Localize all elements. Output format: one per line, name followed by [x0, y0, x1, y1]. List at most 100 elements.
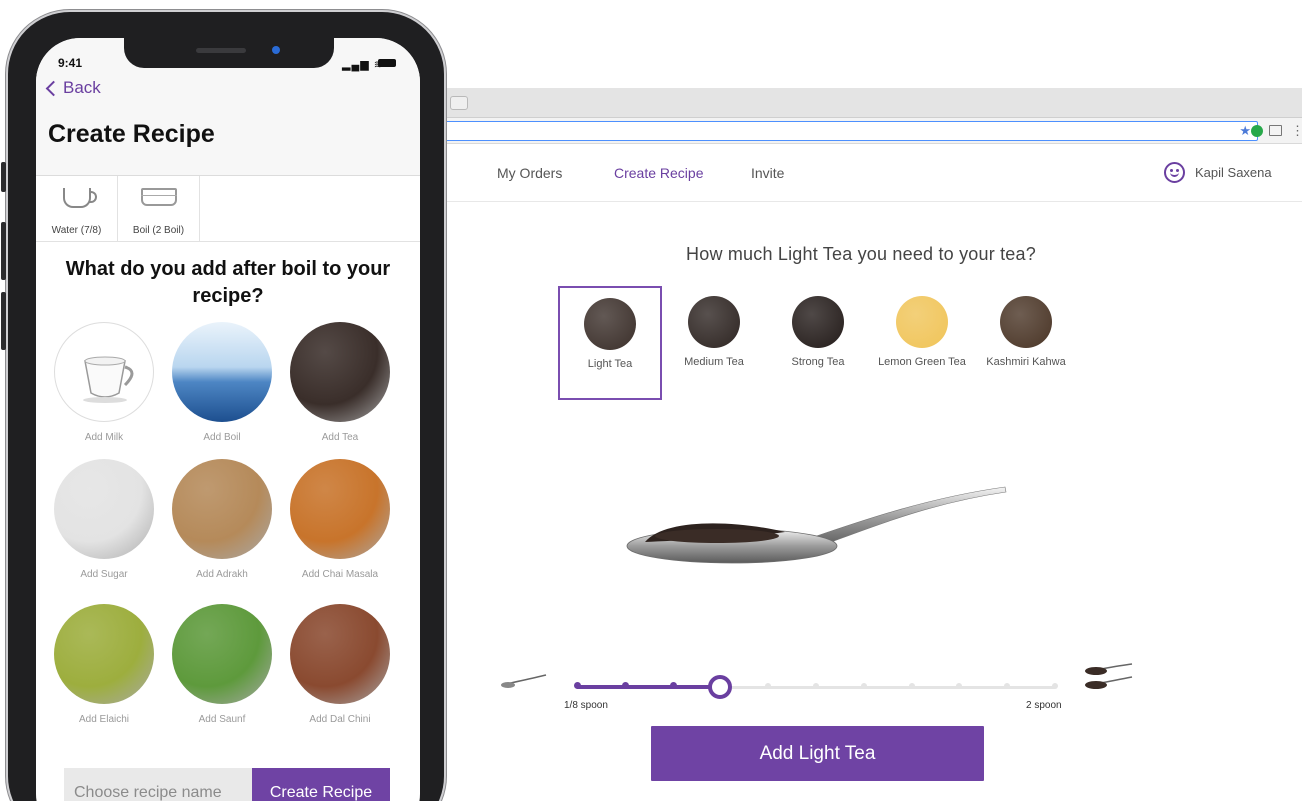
ginger-icon — [172, 459, 272, 559]
slider-step-mark[interactable] — [813, 682, 819, 689]
fennel-icon — [172, 604, 272, 704]
recipe-name-row: Create Recipe — [64, 768, 390, 801]
ingredient-label: Add Chai Masala — [301, 569, 379, 580]
light-tea-icon — [584, 298, 636, 350]
cinnamon-icon — [290, 604, 390, 704]
composite-stage: ★ ⋮ My Orders Create Recipe Invite Kapil… — [0, 0, 1302, 801]
ingredient-item[interactable]: Add Dal Chini — [281, 604, 399, 725]
chevron-left-icon — [45, 80, 62, 96]
phone-notch — [124, 38, 334, 68]
ingredient-item[interactable]: Add Elaichi — [45, 604, 163, 725]
speaker-grille — [196, 48, 246, 53]
bookmark-star-icon[interactable]: ★ — [1239, 123, 1251, 139]
create-recipe-button[interactable]: Create Recipe — [252, 768, 390, 801]
cardamom-icon — [54, 604, 154, 704]
step-label: Water (7/8) — [51, 225, 102, 236]
extension-icon[interactable] — [1251, 125, 1263, 137]
slider-step-mark[interactable] — [669, 682, 677, 689]
ingredient-item[interactable]: Add Chai Masala — [281, 459, 399, 580]
slider-step-mark[interactable] — [1004, 682, 1011, 689]
ingredient-label: Add Tea — [321, 432, 359, 443]
boiling-water-icon — [172, 322, 272, 422]
step-label: Boil (2 Boil) — [132, 225, 185, 236]
tea-option-lemon-green[interactable]: Lemon Green Tea — [870, 286, 974, 400]
nav-create-recipe[interactable]: Create Recipe — [614, 165, 704, 181]
add-tea-button[interactable]: Add Light Tea — [651, 726, 984, 781]
browser-tab-strip — [420, 88, 1302, 118]
cast-icon[interactable] — [1269, 125, 1282, 136]
address-bar[interactable]: ★ — [432, 121, 1258, 141]
ingredient-item[interactable]: Add Adrakh — [163, 459, 281, 580]
slider-step-mark[interactable] — [574, 682, 581, 689]
slider-max-label: 2 spoon — [1026, 700, 1062, 711]
slider-step-mark[interactable] — [956, 682, 963, 689]
ingredient-label: Add Boil — [203, 432, 241, 443]
step-boil[interactable]: Boil (2 Boil) — [118, 176, 200, 242]
large-spoon-icon — [1085, 663, 1133, 689]
pan-icon — [140, 188, 177, 206]
new-tab-icon[interactable] — [450, 96, 468, 110]
nav-my-orders[interactable]: My Orders — [497, 165, 562, 181]
status-time: 9:41 — [58, 56, 83, 70]
user-avatar-icon — [1164, 162, 1185, 183]
nav-invite[interactable]: Invite — [751, 165, 784, 181]
milk-cup-icon — [54, 322, 154, 422]
user-menu[interactable]: Kapil Saxena — [1164, 162, 1272, 183]
tea-option-label: Strong Tea — [791, 356, 845, 368]
browser-menu-icon[interactable]: ⋮ — [1291, 123, 1302, 139]
ingredient-label: Add Adrakh — [196, 569, 248, 580]
step-water[interactable]: Water (7/8) — [36, 176, 118, 242]
ingredient-label: Add Elaichi — [78, 714, 130, 725]
phone-question: What do you add after boil to your recip… — [65, 258, 391, 307]
sugar-icon — [54, 459, 154, 559]
slider-step-mark[interactable] — [765, 682, 772, 689]
ingredient-item[interactable]: Add Milk — [45, 322, 163, 443]
spoon-illustration — [626, 486, 1007, 564]
tea-option-strong[interactable]: Strong Tea — [766, 286, 870, 400]
ingredient-label: Add Dal Chini — [309, 714, 371, 725]
tea-leaves-icon — [290, 322, 390, 422]
strong-tea-icon — [792, 296, 844, 348]
masala-icon — [290, 459, 390, 559]
slider-step-mark[interactable] — [1052, 682, 1058, 689]
lemon-green-tea-icon — [896, 296, 948, 348]
ingredient-label: Add Saunf — [198, 714, 246, 725]
top-nav: My Orders Create Recipe Invite Kapil Sax… — [420, 144, 1302, 202]
phone-screen: 9:41 ▂▄▆ ≋ Back Create Recipe Water (7/8… — [36, 38, 420, 801]
medium-tea-icon — [688, 296, 740, 348]
slider-step-mark[interactable] — [860, 682, 867, 689]
user-name: Kapil Saxena — [1195, 165, 1272, 180]
volume-up-button — [1, 222, 6, 280]
browser-toolbar: ★ — [420, 118, 1302, 144]
kashmiri-kahwa-icon — [1000, 296, 1052, 348]
slider-min-label: 1/8 spoon — [564, 700, 608, 711]
slider-step-mark[interactable] — [908, 682, 915, 689]
slider-handle[interactable] — [708, 675, 733, 699]
phone-frame: 9:41 ▂▄▆ ≋ Back Create Recipe Water (7/8… — [1, 10, 446, 801]
mute-switch — [1, 162, 6, 192]
recipe-steps: Water (7/8) Boil (2 Boil) — [36, 176, 420, 242]
tea-option-label: Lemon Green Tea — [878, 356, 966, 368]
battery-icon — [378, 59, 396, 67]
ingredient-item[interactable]: Add Saunf — [163, 604, 281, 725]
tea-option-light[interactable]: Light Tea — [558, 286, 662, 400]
slider-fill — [577, 685, 721, 689]
tea-option-kashmiri-kahwa[interactable]: Kashmiri Kahwa — [974, 286, 1078, 400]
tea-option-label: Medium Tea — [684, 356, 744, 368]
ingredient-label: Add Milk — [84, 432, 124, 443]
browser-window: ★ ⋮ My Orders Create Recipe Invite Kapil… — [420, 88, 1302, 801]
tea-option-label: Light Tea — [587, 358, 633, 370]
ingredient-item[interactable]: Add Sugar — [45, 459, 163, 580]
tea-question: How much Light Tea you need to your tea? — [686, 244, 1036, 264]
ingredient-label: Add Sugar — [80, 569, 128, 580]
page-title: Create Recipe — [48, 120, 215, 148]
slider-step-mark[interactable] — [621, 682, 629, 689]
cup-icon — [62, 188, 97, 208]
phone-nav-bar: Back Create Recipe — [36, 76, 420, 176]
ingredient-item[interactable]: Add Tea — [281, 322, 399, 443]
back-button[interactable]: Back — [44, 78, 101, 98]
tea-option-label: Kashmiri Kahwa — [986, 356, 1066, 368]
tea-option-medium[interactable]: Medium Tea — [662, 286, 766, 400]
recipe-name-input[interactable] — [64, 768, 252, 801]
ingredient-item[interactable]: Add Boil — [163, 322, 281, 443]
